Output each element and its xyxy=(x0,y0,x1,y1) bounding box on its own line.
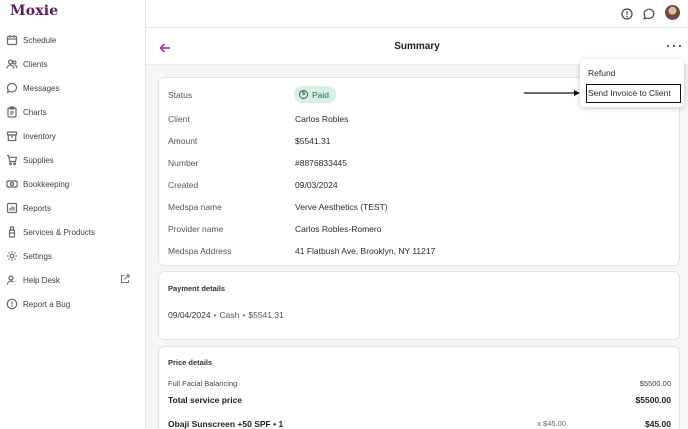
chat-bubble-icon[interactable] xyxy=(643,7,655,20)
report-icon xyxy=(6,202,18,214)
created-label: Created xyxy=(168,180,199,190)
sidebar-item-reports[interactable]: Reports xyxy=(0,196,146,220)
sidebar-item-bookkeeping[interactable]: Bookkeeping xyxy=(0,172,146,196)
sidebar: Moxie Schedule Clients Messages Charts I… xyxy=(0,0,146,429)
page-title: Summary xyxy=(394,41,440,52)
status-label: Status xyxy=(168,90,193,100)
medspa-row: Medspa name Verve Aesthetics (TEST) xyxy=(168,202,668,214)
medspa-label: Medspa name xyxy=(168,202,222,212)
service-line: Full Facial Balancing $5500.00 xyxy=(168,379,671,391)
sidebar-item-supplies[interactable]: Supplies xyxy=(0,148,146,172)
moxie-logo[interactable]: Moxie xyxy=(10,3,58,19)
number-label: Number xyxy=(168,158,199,168)
sidebar-item-label: Messages xyxy=(23,83,60,93)
sidebar-item-report-a-bug[interactable]: Report a Bug xyxy=(0,292,146,316)
product-name: Obaji Sunscreen +50 SPF • 1 xyxy=(168,419,284,429)
payment-method: Cash xyxy=(219,310,240,320)
gear-icon xyxy=(6,250,18,262)
address-value: 41 Flatbush Ave, Brooklyn, NY 11217 xyxy=(295,246,436,256)
bottle-icon xyxy=(6,226,18,238)
address-row: Medspa Address 41 Flatbush Ave, Brooklyn… xyxy=(168,246,668,258)
product-total: $45.00 xyxy=(645,419,671,429)
more-dot xyxy=(678,44,681,48)
app-window: Moxie Schedule Clients Messages Charts I… xyxy=(0,0,688,429)
client-label: Client xyxy=(168,114,190,124)
status-badge-text: Paid xyxy=(312,89,330,100)
provider-row: Provider name Carlos Robles-Romero xyxy=(168,224,668,236)
number-value: #8876833445 xyxy=(295,158,348,168)
payment-date: 09/04/2024 xyxy=(168,310,211,320)
alert-circle-icon xyxy=(6,298,18,310)
sidebar-item-clients[interactable]: Clients xyxy=(0,52,146,76)
sidebar-item-label: Reports xyxy=(23,203,52,213)
separator-dot: • xyxy=(213,310,217,320)
sidebar-item-label: Inventory xyxy=(23,131,56,141)
info-icon[interactable] xyxy=(621,7,633,20)
help-user-icon xyxy=(6,274,18,286)
calendar-icon xyxy=(6,34,18,46)
product-qty-price: x $45.00 xyxy=(537,419,566,428)
address-label: Medspa Address xyxy=(168,246,232,256)
sidebar-item-settings[interactable]: Settings xyxy=(0,244,146,268)
amount-row: Amount $5541.31 xyxy=(168,136,668,148)
product-line: Obaji Sunscreen +50 SPF • 1 x $45.00 $45… xyxy=(168,419,671,429)
service-price: $5500.00 xyxy=(639,379,671,388)
sidebar-item-label: Settings xyxy=(23,251,52,261)
payment-amount: $5541.31 xyxy=(248,310,284,320)
payment-details-card: Payment details 09/04/2024 • Cash • $5541.31 xyxy=(158,271,680,340)
more-dot xyxy=(672,44,676,48)
annotation-arrow-icon xyxy=(524,90,580,96)
clipboard-icon xyxy=(6,106,18,118)
payment-line: 09/04/2024 • Cash • $5541.31 xyxy=(168,310,284,320)
menu-item-refund[interactable]: Refund xyxy=(588,68,615,78)
total-service-line: Total service price $5500.00 xyxy=(168,395,671,407)
sidebar-item-label: Charts xyxy=(23,107,47,117)
sidebar-item-label: Services & Products xyxy=(23,227,96,237)
medspa-value: Verve Aesthetics (TEST) xyxy=(295,202,388,212)
created-row: Created 09/03/2024 xyxy=(168,180,668,192)
sidebar-item-messages[interactable]: Messages xyxy=(0,76,146,100)
sidebar-item-label: Report a Bug xyxy=(23,299,71,309)
users-icon xyxy=(6,58,18,70)
status-badge: $ Paid xyxy=(294,86,337,103)
client-row: Client Carlos Robles xyxy=(168,114,668,126)
more-options-button[interactable] xyxy=(667,41,681,51)
service-name: Full Facial Balancing xyxy=(168,379,238,388)
total-service-label: Total service price xyxy=(168,395,243,405)
price-details-card: Price details Full Facial Balancing $550… xyxy=(158,346,680,429)
created-value: 09/03/2024 xyxy=(295,180,338,190)
sidebar-item-schedule[interactable]: Schedule xyxy=(0,28,146,52)
sidebar-nav: Schedule Clients Messages Charts Invento… xyxy=(0,28,146,316)
number-row: Number #8876833445 xyxy=(168,158,668,170)
top-bar xyxy=(146,0,688,28)
payment-details-heading: Payment details xyxy=(168,284,226,293)
client-value: Carlos Robles xyxy=(295,114,349,124)
box-icon xyxy=(6,130,18,142)
avatar[interactable] xyxy=(665,5,680,20)
sidebar-item-label: Schedule xyxy=(23,35,57,45)
sidebar-item-label: Clients xyxy=(23,59,48,69)
sidebar-item-services-products[interactable]: Services & Products xyxy=(0,220,146,244)
price-details-heading: Price details xyxy=(168,358,213,367)
provider-label: Provider name xyxy=(168,224,224,234)
money-icon xyxy=(6,178,18,190)
sidebar-item-inventory[interactable]: Inventory xyxy=(0,124,146,148)
amount-label: Amount xyxy=(168,136,198,146)
separator-dot: • xyxy=(242,310,246,320)
more-dot xyxy=(667,44,670,48)
amount-value: $5541.31 xyxy=(295,136,331,146)
dollar-circle-icon: $ xyxy=(299,90,308,99)
provider-value: Carlos Robles-Romero xyxy=(295,224,382,234)
cart-icon xyxy=(6,154,18,166)
chat-icon xyxy=(6,82,18,94)
sidebar-item-label: Help Desk xyxy=(23,275,60,285)
sidebar-item-label: Supplies xyxy=(23,155,54,165)
sidebar-item-label: Bookkeeping xyxy=(23,179,70,189)
sidebar-item-help-desk[interactable]: Help Desk xyxy=(0,268,146,292)
send-invoice-highlight-box xyxy=(586,84,681,103)
sidebar-item-charts[interactable]: Charts xyxy=(0,100,146,124)
external-link-icon[interactable] xyxy=(120,274,130,284)
total-service-value: $5500.00 xyxy=(635,395,671,405)
